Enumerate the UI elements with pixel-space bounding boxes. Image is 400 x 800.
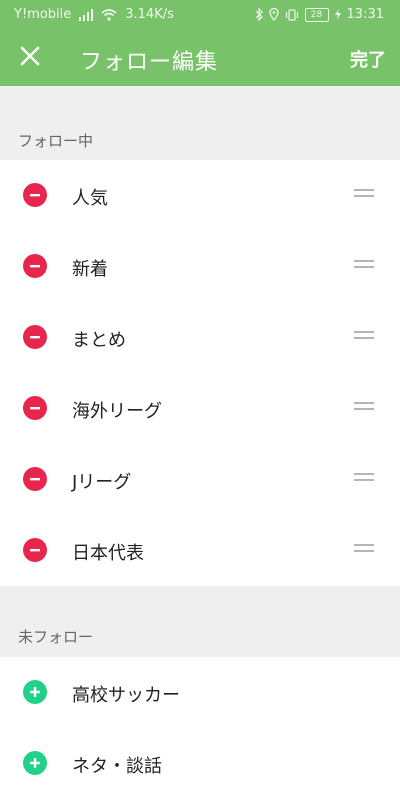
drag-handle-icon[interactable] xyxy=(354,402,374,412)
done-button[interactable]: 完了 xyxy=(350,46,386,72)
clock: 13:31 xyxy=(346,7,384,22)
plus-icon xyxy=(29,754,41,773)
drag-handle-icon[interactable] xyxy=(354,331,374,341)
app-toolbar: フォロー編集 完了 xyxy=(0,30,400,86)
charging-icon xyxy=(334,9,341,20)
list-item-label: 人気 xyxy=(72,188,108,209)
not-following-section-header: 未フォロー xyxy=(0,614,400,658)
remove-button[interactable] xyxy=(23,183,47,207)
list-item: 高校サッカー xyxy=(0,657,400,728)
plus-icon xyxy=(29,683,41,702)
list-item-label: 新着 xyxy=(72,259,108,280)
drag-handle-icon[interactable] xyxy=(354,473,374,483)
list-item-label: Jリーグ xyxy=(72,472,132,493)
list-item-label: 海外リーグ xyxy=(72,401,162,422)
list-item-label: まとめ xyxy=(72,330,126,351)
drag-handle-icon[interactable] xyxy=(354,260,374,270)
minus-icon xyxy=(29,399,41,418)
list-item: まとめ xyxy=(0,302,400,373)
minus-icon xyxy=(29,470,41,489)
signal-icon xyxy=(79,8,94,21)
battery-indicator: 28 xyxy=(304,7,329,22)
wifi-icon xyxy=(101,8,117,21)
minus-icon xyxy=(29,541,41,560)
status-bar: Y!mobile 3.14K/s 28 13:31 xyxy=(0,0,400,30)
list-item: 新着 xyxy=(0,231,400,302)
vibrate-icon xyxy=(285,8,299,21)
network-speed: 3.14K/s xyxy=(125,7,174,22)
carrier-label: Y!mobile xyxy=(14,7,72,22)
section-title: フォロー中 xyxy=(18,132,94,150)
list-item: 日本代表 xyxy=(0,515,400,586)
not-following-list: 高校サッカー ネタ・談話 xyxy=(0,657,400,800)
remove-button[interactable] xyxy=(23,325,47,349)
list-item-label: 日本代表 xyxy=(72,543,144,564)
remove-button[interactable] xyxy=(23,396,47,420)
list-item: 人気 xyxy=(0,160,400,231)
minus-icon xyxy=(29,186,41,205)
drag-handle-icon[interactable] xyxy=(354,544,374,554)
list-item-label: 高校サッカー xyxy=(72,685,180,706)
minus-icon xyxy=(29,328,41,347)
close-icon xyxy=(20,46,40,70)
list-item-label: ネタ・談話 xyxy=(72,756,162,777)
remove-button[interactable] xyxy=(23,538,47,562)
section-title: 未フォロー xyxy=(18,628,94,646)
minus-icon xyxy=(29,257,41,276)
list-item: 海外リーグ xyxy=(0,373,400,444)
list-item: Jリーグ xyxy=(0,444,400,515)
close-button[interactable] xyxy=(14,42,46,74)
add-button[interactable] xyxy=(23,680,47,704)
page-title: フォロー編集 xyxy=(80,50,219,75)
location-icon xyxy=(268,8,279,21)
add-button[interactable] xyxy=(23,751,47,775)
remove-button[interactable] xyxy=(23,467,47,491)
following-list: 人気 新着 まとめ 海外リーグ Jリーグ 日本代表 xyxy=(0,160,400,586)
remove-button[interactable] xyxy=(23,254,47,278)
bluetooth-icon xyxy=(255,8,263,21)
following-section-header: フォロー中 xyxy=(0,118,400,162)
drag-handle-icon[interactable] xyxy=(354,189,374,199)
list-item: ネタ・談話 xyxy=(0,728,400,799)
